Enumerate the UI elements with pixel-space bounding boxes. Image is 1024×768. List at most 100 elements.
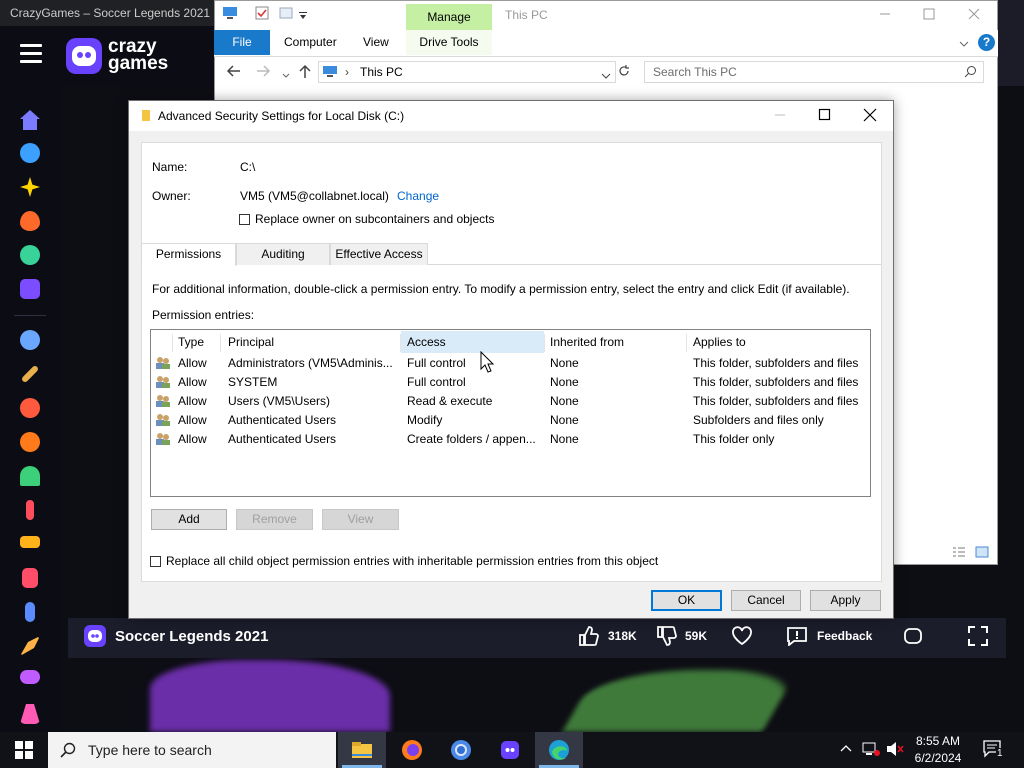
tab-computer[interactable]: Computer [284,30,337,55]
likes-count: 318K [608,629,637,643]
details-view-icon[interactable] [952,546,966,561]
recent-icon[interactable] [20,143,40,163]
tab-effective-access[interactable]: Effective Access [330,243,428,265]
up-button[interactable] [298,63,312,82]
originals-icon[interactable] [20,279,40,299]
ribbon-expand-icon[interactable] [959,37,969,51]
address-dropdown-icon[interactable] [601,68,611,82]
browser-tab-title[interactable]: CrazyGames – Soccer Legends 2021 [0,0,214,26]
dislike-button[interactable] [655,625,677,650]
column-header-inherited-from[interactable]: Inherited from [550,334,624,352]
explorer-title: This PC [505,8,548,22]
refresh-button[interactable] [618,64,630,81]
taskbar-search-box[interactable]: Type here to search [48,732,336,768]
bike-icon[interactable] [26,500,34,520]
ok-button[interactable]: OK [651,590,722,611]
new-icon[interactable] [20,177,40,197]
cell-type: Allow [178,375,207,389]
car-icon[interactable] [20,536,40,548]
card-icon[interactable] [22,568,38,588]
adventure-icon[interactable] [20,398,40,418]
column-header-type[interactable]: Type [178,334,204,352]
network-icon[interactable] [862,741,880,760]
action-icon[interactable] [20,364,40,384]
replace-child-entries-checkbox[interactable] [150,556,161,567]
io-icon[interactable] [20,636,40,656]
cell-access: Create folders / appen... [407,432,536,446]
crazygames-logo-icon[interactable] [66,38,102,74]
tab-view[interactable]: View [363,30,389,55]
cancel-button[interactable]: Cancel [731,590,801,611]
start-button[interactable] [15,741,33,762]
feedback-label[interactable]: Feedback [817,629,872,643]
tab-manage[interactable]: Manage [406,4,492,30]
notification-center-button[interactable]: 1 [983,740,1004,761]
table-row[interactable]: Allow SYSTEM Full control None This fold… [151,373,870,392]
feedback-button[interactable] [786,626,808,649]
tab-file[interactable]: File [214,30,270,55]
forward-button[interactable] [255,64,271,81]
taskbar-edge[interactable] [535,732,583,768]
tab-drive-tools[interactable]: Drive Tools [406,30,492,55]
casual-icon[interactable] [20,670,40,684]
explorer-search-input[interactable]: Search This PC [644,61,984,83]
updated-icon[interactable] [20,245,40,265]
remove-button[interactable]: Remove [236,509,313,530]
users-icon [156,414,170,426]
address-text[interactable]: This PC [360,65,403,79]
tab-permissions[interactable]: Permissions [141,243,236,266]
tab-auditing[interactable]: Auditing [236,243,330,265]
home-icon[interactable] [20,110,40,130]
taskbar-firefox[interactable] [388,732,436,768]
recent-locations-icon[interactable] [282,68,290,82]
help-icon[interactable]: ? [978,34,995,51]
table-row[interactable]: Allow Authenticated Users Modify None Su… [151,411,870,430]
users-icon [156,357,170,369]
dress-up-icon[interactable] [20,704,40,724]
dialog-maximize-button[interactable] [818,108,832,125]
beauty-icon[interactable] [20,466,40,486]
forward-arrow-icon [257,65,271,77]
dialog-minimize-button[interactable] [773,108,787,125]
back-button[interactable] [226,64,242,81]
volume-icon[interactable] [886,741,904,760]
replace-child-entries-label[interactable]: Replace all child object permission entr… [166,554,658,568]
menu-icon[interactable] [20,44,42,63]
crazygames-logo-text: crazy games [108,37,168,73]
taskbar-clock[interactable]: 8:55 AM 6/2/2024 [908,733,968,767]
table-row[interactable]: Allow Authenticated Users Create folders… [151,430,870,449]
column-header-access[interactable]: Access [407,334,446,352]
taskbar-chrome[interactable] [437,732,485,768]
change-owner-link[interactable]: Change [397,189,439,203]
dialog-close-button[interactable] [863,108,877,125]
add-button[interactable]: Add [151,509,227,530]
table-row[interactable]: Allow Administrators (VM5\Adminis... Ful… [151,354,870,373]
column-header-applies-to[interactable]: Applies to [693,334,746,352]
column-header-principal[interactable]: Principal [228,334,274,352]
explorer-close-button[interactable] [967,7,981,24]
cell-access: Full control [407,356,466,370]
new-folder-icon[interactable] [279,6,293,23]
taskbar-file-explorer[interactable] [338,732,386,768]
favorite-button[interactable] [731,626,753,649]
properties-icon[interactable] [255,6,269,23]
show-hidden-icons-button[interactable] [839,742,853,759]
large-icons-view-icon[interactable] [975,546,989,561]
view-button[interactable]: View [322,509,399,530]
explorer-minimize-button[interactable] [878,7,892,24]
taskbar-crazygames[interactable] [486,732,534,768]
explorer-maximize-button[interactable] [922,7,936,24]
dialog-title: Advanced Security Settings for Local Dis… [158,109,405,123]
basketball-icon[interactable] [20,432,40,452]
fullscreen-button[interactable] [967,625,989,650]
apply-button[interactable]: Apply [810,590,881,611]
multiplayer-icon[interactable] [20,330,40,350]
quick-access-dropdown-icon[interactable] [299,9,307,23]
clicker-icon[interactable] [25,602,35,622]
report-button[interactable] [902,626,924,649]
replace-owner-label[interactable]: Replace owner on subcontainers and objec… [255,212,494,226]
table-row[interactable]: Allow Users (VM5\Users) Read & execute N… [151,392,870,411]
trending-icon[interactable] [20,211,40,231]
replace-owner-checkbox[interactable] [239,214,250,225]
like-button[interactable] [577,625,599,650]
